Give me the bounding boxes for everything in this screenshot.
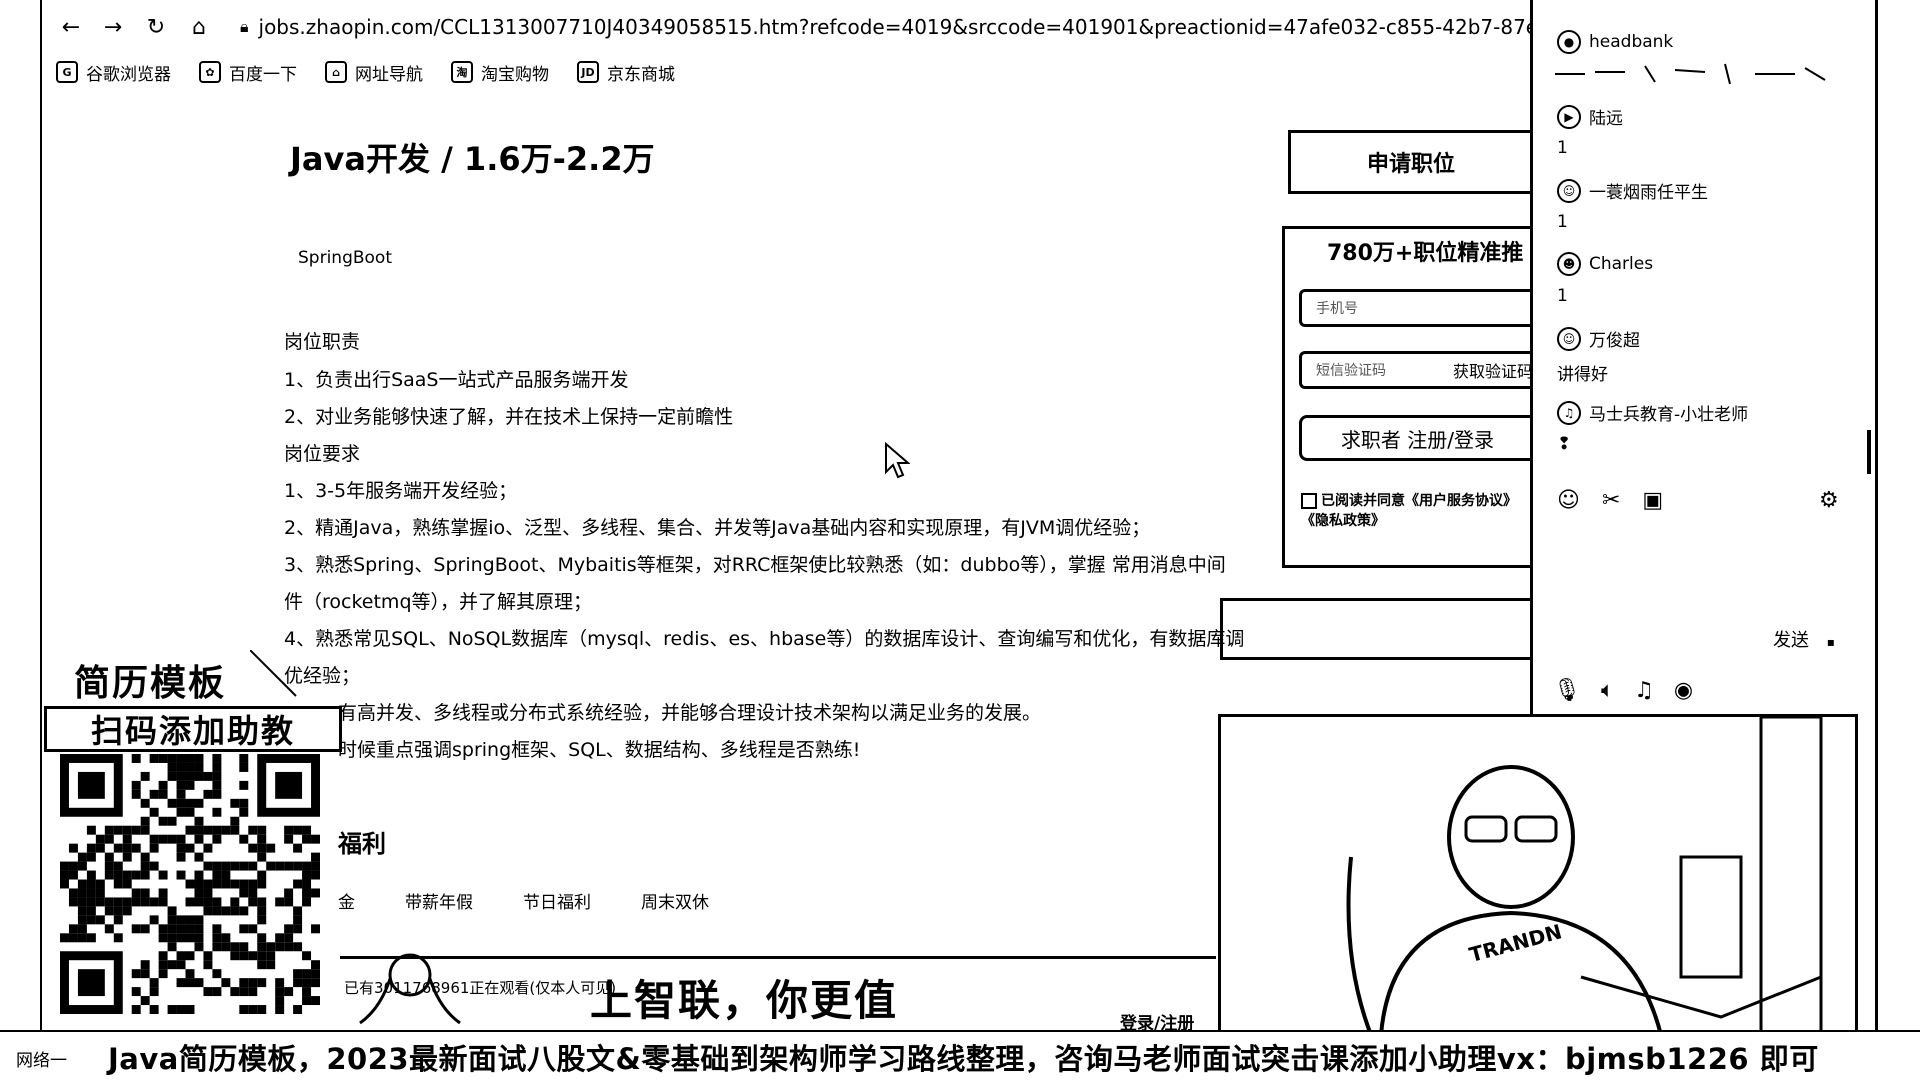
site-footer-strip: 已有3011768961正在观看(仅本人可见) 上智联，你更值 登录/注册 xyxy=(340,953,1216,1034)
svg-text:TRANDN: TRANDN xyxy=(1467,919,1565,967)
skill-tag: SpringBoot xyxy=(298,248,392,268)
chat-toolbar: ☺ ✂ ▣ xyxy=(1557,488,1663,513)
reload-icon[interactable]: ↻ xyxy=(143,14,169,40)
play-icon: ▶ xyxy=(1557,104,1581,129)
promo-title: 简历模板 xyxy=(74,663,227,704)
presenter-figure-icon: TRANDN xyxy=(1346,717,1823,1035)
google-icon: G xyxy=(56,61,78,83)
taobao-icon: 淘 xyxy=(451,61,473,83)
qr-code-icon xyxy=(60,754,320,1014)
job-line: 件（rocketmq等），并了解其原理； xyxy=(284,591,592,613)
benefit-item: 节日福利 xyxy=(523,893,591,913)
checkbox-icon[interactable] xyxy=(1301,493,1317,509)
job-section-heading: 岗位职责 xyxy=(284,331,361,353)
job-line: 2、精通Java，熟练掌握io、泛型、多线程、集合、并发等Java基础内容和实现… xyxy=(284,517,1151,539)
agreement-checkbox[interactable]: 已阅读并同意《用户服务协议》《隐私政策》 xyxy=(1301,491,1531,531)
send-button[interactable]: 发送 ▪ xyxy=(1773,626,1835,652)
benefits-heading: 福利 xyxy=(338,830,386,858)
dropdown-icon[interactable]: ▪ xyxy=(1827,635,1835,649)
bookmark-item[interactable]: JD 京东商城 xyxy=(577,58,675,86)
bookmark-item[interactable]: 淘淘宝购物 xyxy=(451,58,549,86)
nav-icon: ⌂ xyxy=(325,61,347,83)
job-title: Java开发 / 1.6万-2.2万 xyxy=(290,140,655,178)
benefit-item: 金 xyxy=(338,893,355,913)
address-bar[interactable]: 🔒︎ jobs.zhaopin.com/CCL1313007710J403490… xyxy=(240,12,1530,42)
speaker-icon[interactable]: 🔈︎ xyxy=(1601,678,1614,703)
window-edge xyxy=(1875,0,1878,1040)
back-icon[interactable]: ← xyxy=(58,14,84,40)
promo-subtitle: 扫码添加助教 xyxy=(44,706,342,752)
job-line: 时候重点强调spring框架、SQL、数据结构、多线程是否熟练! xyxy=(338,739,861,761)
job-line: 1、3-5年服务端开发经验； xyxy=(284,480,518,502)
site-slogan: 上智联，你更值 xyxy=(590,976,899,1025)
chat-message-user: ☺ 一蓑烟雨任平生 xyxy=(1557,178,1708,203)
chat-message-user: ● headbank xyxy=(1557,30,1673,54)
promo-divider-line xyxy=(250,650,297,697)
chat-message-text: ❢ xyxy=(1557,434,1572,454)
avatar: ☺ xyxy=(1557,178,1581,203)
job-line: 4、熟悉常见SQL、NoSQL数据库（mysql、redis、es、hbase等… xyxy=(284,628,1245,650)
bookmark-item[interactable]: ⌂ 网址导航 xyxy=(325,58,423,86)
avatar: ● xyxy=(1557,30,1581,54)
bookmark-item[interactable]: ✿ 百度一下 xyxy=(199,58,297,86)
chat-message-text: 1 xyxy=(1557,138,1568,158)
job-line: 2、对业务能够快速了解，并在技术上保持一定前瞻性 xyxy=(284,406,734,428)
image-icon[interactable]: ▣ xyxy=(1642,488,1663,513)
lock-icon: 🔒︎ xyxy=(240,17,249,36)
banner-text: Java简历模板，2023最新面试八股文&零基础到架构师学习路线整理，咨询马老师… xyxy=(108,1042,1819,1076)
url-text: jobs.zhaopin.com/CCL1313007710J403490585… xyxy=(258,15,1530,39)
forward-icon[interactable]: → xyxy=(100,14,126,40)
job-line: 3、熟悉Spring、SpringBoot、Mybaitis等框架，对RRC框架… xyxy=(284,554,1226,576)
home-icon[interactable]: ⌂ xyxy=(186,14,212,40)
mouse-cursor-icon xyxy=(885,442,910,479)
register-title: 780万+职位精准推 xyxy=(1327,241,1524,266)
avatar: ☺ xyxy=(1557,326,1581,351)
scissors-icon[interactable]: ✂ xyxy=(1602,488,1620,513)
job-line: 1、负责出行SaaS一站式产品服务端开发 xyxy=(284,369,629,391)
chat-scrollbar[interactable] xyxy=(1867,430,1871,474)
page-border xyxy=(40,0,42,1030)
bookmark-item[interactable]: G 谷歌浏览器 xyxy=(56,58,171,86)
chat-message-user: ☻ Charles xyxy=(1557,252,1653,276)
microphone-icon[interactable]: 🎙︎ xyxy=(1553,678,1581,703)
webcam-video: TRANDN xyxy=(1218,714,1858,1038)
benefit-item: 带薪年假 xyxy=(405,893,473,913)
bookmarks-bar: G 谷歌浏览器 ✿ 百度一下 ⌂ 网址导航 淘淘宝购物 JD 京东商城 xyxy=(56,58,675,86)
record-icon[interactable]: ◉ xyxy=(1674,678,1693,703)
bottom-banner: 网络一 Java简历模板，2023最新面试八股文&零基础到架构师学习路线整理，咨… xyxy=(0,1030,1920,1082)
job-section-heading: 岗位要求 xyxy=(284,443,361,465)
register-panel: 780万+职位精准推 手机号 短信验证码 获取验证码 求职者 注册/登录 已阅读… xyxy=(1282,226,1533,568)
benefits-list: 金 带薪年假 节日福利 周末双休 xyxy=(338,888,709,913)
chat-message-text: 讲得好 xyxy=(1557,365,1608,385)
settings-icon[interactable]: ⚙ xyxy=(1819,488,1839,513)
music-icon[interactable]: ♫ xyxy=(1634,678,1654,703)
browser-toolbar: ← → ↻ ⌂ 🔒︎ jobs.zhaopin.com/CCL131300771… xyxy=(0,0,1530,90)
network-status: 网络一 xyxy=(16,1051,67,1071)
jd-icon: JD xyxy=(577,61,599,83)
register-login-button[interactable]: 求职者 注册/登录 xyxy=(1299,415,1533,461)
media-toolbar: 🎙︎ 🔈︎ ♫ ◉ xyxy=(1553,678,1693,703)
chat-message-user: ☺ 万俊超 xyxy=(1557,326,1640,351)
chat-message-scribble xyxy=(1555,63,1826,85)
viewer-count: 已有3011768961正在观看(仅本人可见) xyxy=(344,979,617,997)
chat-message-text: 1 xyxy=(1557,212,1568,232)
emoji-icon[interactable]: ☺ xyxy=(1557,488,1580,513)
sms-code-input[interactable]: 短信验证码 获取验证码 xyxy=(1299,351,1533,389)
blank-panel xyxy=(1220,598,1534,660)
job-line: 有高并发、多线程或分布式系统经验，并能够合理设计技术架构以满足业务的发展。 xyxy=(338,702,1042,724)
chat-message-user: ♫ 马士兵教育-小壮老师 xyxy=(1557,400,1748,425)
apply-button[interactable]: 申请职位 xyxy=(1288,130,1531,194)
get-code-button[interactable]: 获取验证码 xyxy=(1453,358,1533,382)
avatar: ☻ xyxy=(1557,252,1581,276)
qr-code[interactable] xyxy=(60,754,320,1014)
chat-message-text: 1 xyxy=(1557,286,1568,306)
chat-message-user: ▶ 陆远 xyxy=(1557,104,1623,129)
baidu-icon: ✿ xyxy=(199,61,221,83)
benefit-item: 周末双休 xyxy=(641,893,709,913)
live-chat-panel: ● headbank ▶ 陆远 1 ☺ 一蓑烟雨任平生 1 ☻ Charles 1 ☺ 万… xyxy=(1530,0,1871,720)
headset-icon: ♫ xyxy=(1557,400,1581,425)
phone-input[interactable]: 手机号 xyxy=(1299,289,1533,327)
